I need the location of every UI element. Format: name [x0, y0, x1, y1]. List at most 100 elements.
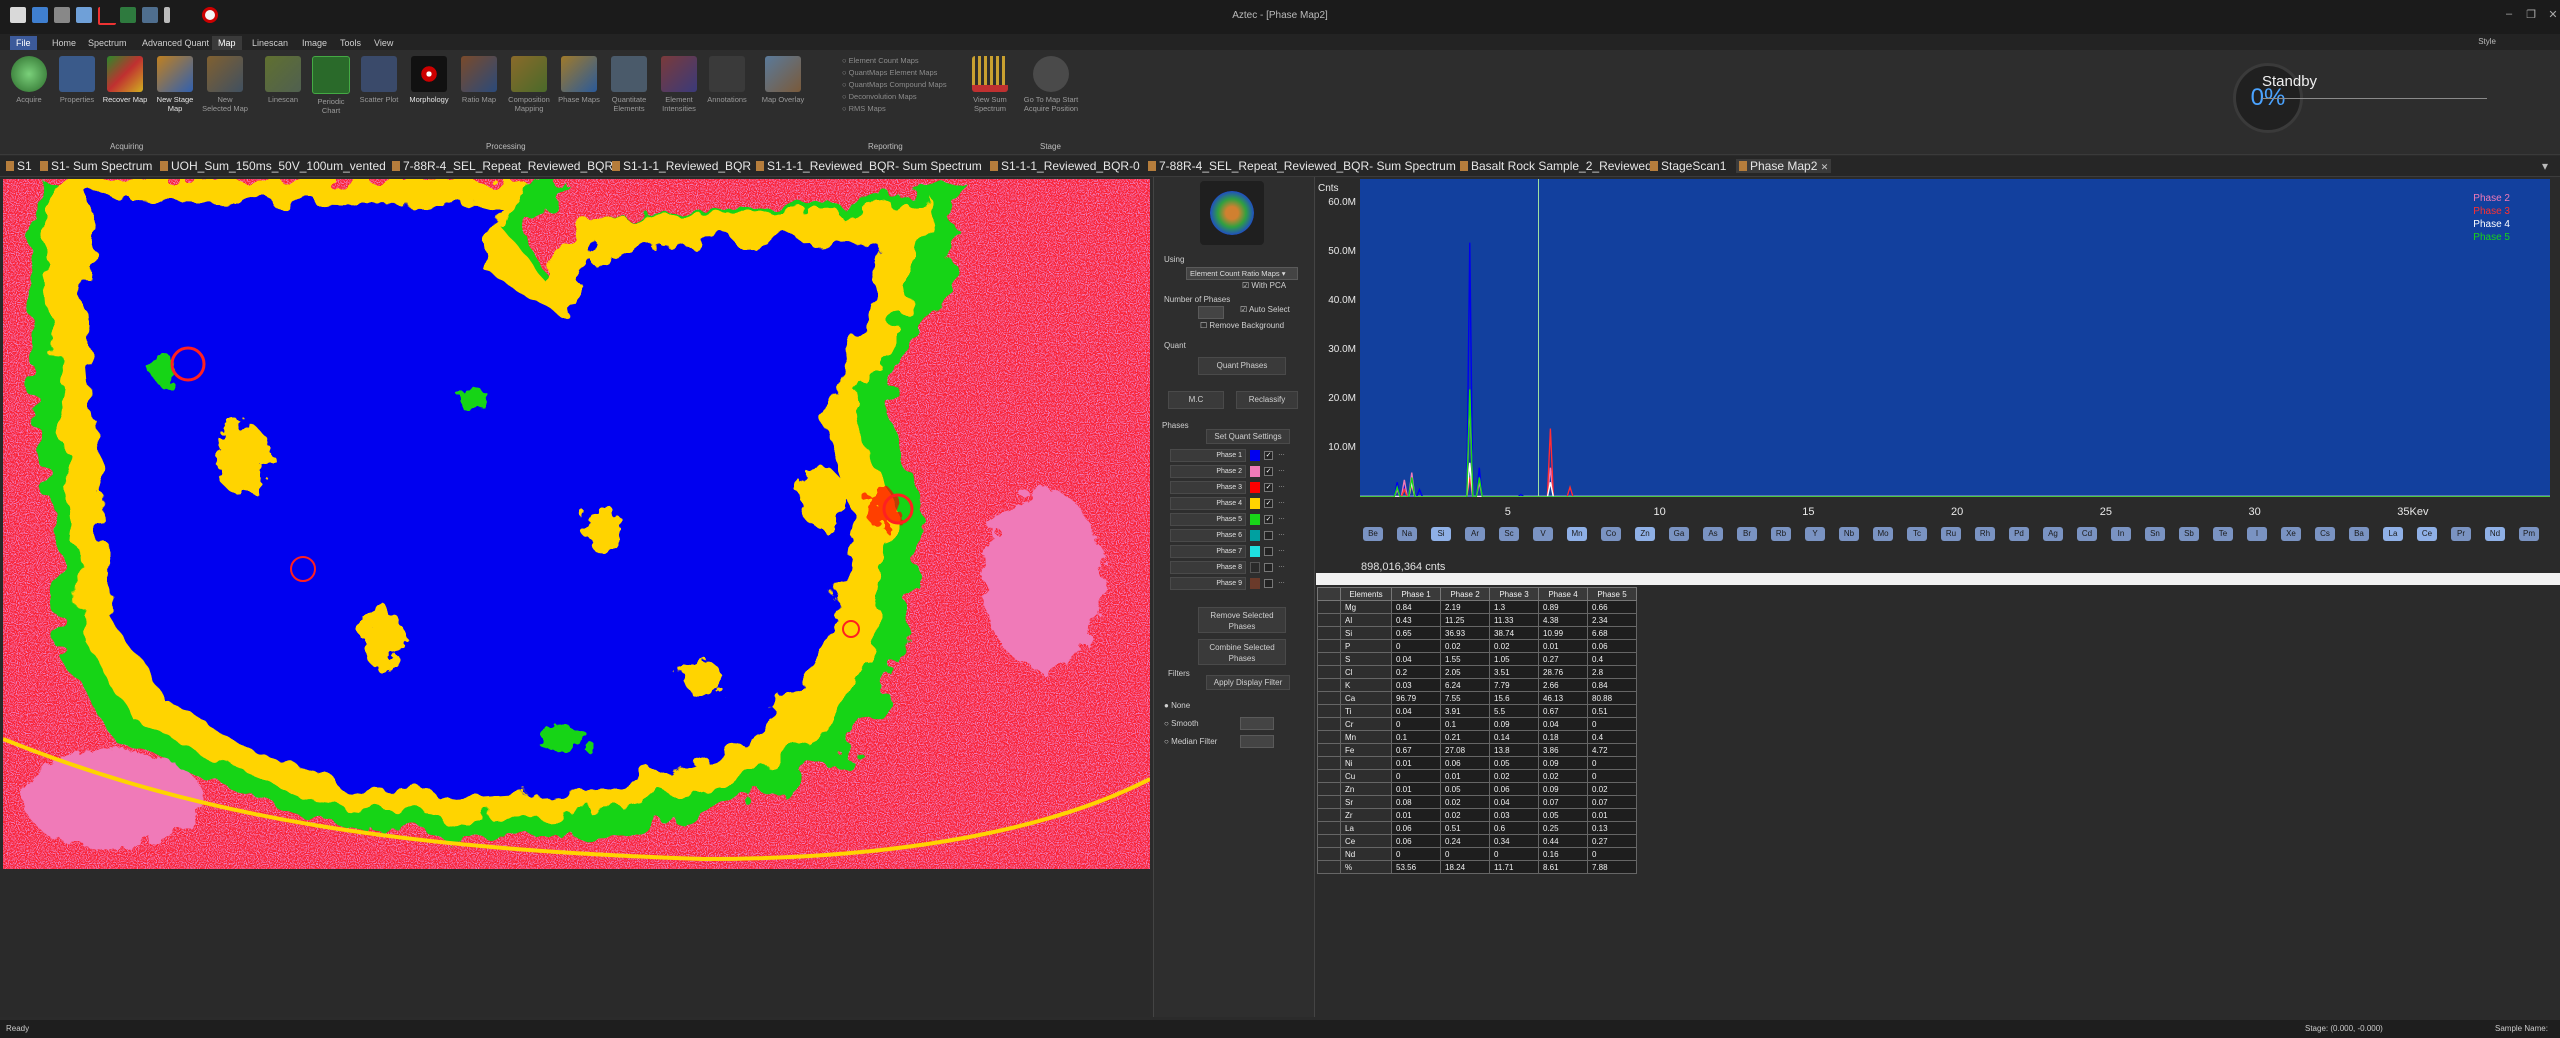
- menu-view[interactable]: View: [368, 36, 399, 50]
- phase-color-swatch[interactable]: [1250, 562, 1260, 573]
- doc-tab[interactable]: 7-88R-4_SEL_Repeat_Reviewed_BQR- Sum Spe…: [1148, 159, 1456, 173]
- phase-color-swatch[interactable]: [1250, 482, 1260, 493]
- auto-select-checkbox[interactable]: ☑ Auto Select: [1240, 305, 1290, 314]
- more-icon[interactable]: …: [1278, 530, 1285, 537]
- ratio-map-button[interactable]: Ratio Map: [456, 56, 502, 104]
- phase-color-swatch[interactable]: [1250, 530, 1260, 541]
- new-selected-map-button[interactable]: New Selected Map: [202, 56, 248, 113]
- map-overlay-button[interactable]: Map Overlay: [760, 56, 806, 104]
- doc-tab-active[interactable]: Phase Map2 ✕: [1736, 159, 1832, 173]
- set-quant-settings-button[interactable]: Set Quant Settings: [1206, 429, 1290, 444]
- menu-advanced-quant[interactable]: Advanced Quant: [136, 36, 215, 50]
- element-button[interactable]: Zn: [1635, 527, 1655, 541]
- more-icon[interactable]: …: [1278, 466, 1285, 473]
- column-header[interactable]: Phase 3: [1489, 587, 1539, 601]
- more-icon[interactable]: …: [1278, 450, 1285, 457]
- doc-tab[interactable]: Basalt Rock Sample_2_Reviewed: [1460, 159, 1652, 173]
- phase-row-8[interactable]: Phase 8…: [1170, 561, 1290, 575]
- annotations-button[interactable]: Annotations: [704, 56, 750, 104]
- radio-quantmaps-compound[interactable]: QuantMaps Compound Maps: [842, 80, 947, 89]
- phase-checkbox[interactable]: ✓: [1264, 515, 1273, 524]
- element-button[interactable]: Be: [1363, 527, 1383, 541]
- table-row[interactable]: Ti 0.04 3.91 5.5 0.67 0.51: [1317, 704, 1637, 718]
- menu-map[interactable]: Map: [212, 36, 242, 50]
- column-header[interactable]: Phase 2: [1440, 587, 1490, 601]
- phase-checkbox[interactable]: ✓: [1264, 467, 1273, 476]
- num-phases-input[interactable]: [1198, 306, 1224, 319]
- radio-quantmaps-element[interactable]: QuantMaps Element Maps: [842, 68, 938, 77]
- table-row[interactable]: K 0.03 6.24 7.79 2.66 0.84: [1317, 678, 1637, 692]
- doc-tab[interactable]: StageScan1: [1650, 159, 1726, 173]
- phase-row-6[interactable]: Phase 6…: [1170, 529, 1290, 543]
- composition-mapping-button[interactable]: Composition Mapping: [506, 56, 552, 113]
- doc-tab[interactable]: UOH_Sum_150ms_50V_100um_vented: [160, 159, 386, 173]
- scatter-plot-button[interactable]: Scatter Plot: [356, 56, 402, 104]
- element-button[interactable]: Mo: [1873, 527, 1893, 541]
- filter-median-radio[interactable]: ○ Median Filter: [1164, 737, 1217, 746]
- table-row[interactable]: Al 0.43 11.25 11.33 4.38 2.34: [1317, 613, 1637, 627]
- periodic-chart-button[interactable]: Periodic Chart: [308, 56, 354, 115]
- table-row[interactable]: Ni 0.01 0.06 0.05 0.09 0: [1317, 756, 1637, 770]
- element-button[interactable]: Br: [1737, 527, 1757, 541]
- spectrum-plot[interactable]: Phase 2 Phase 3 Phase 4 Phase 5: [1360, 179, 2550, 498]
- more-icon[interactable]: …: [1278, 482, 1285, 489]
- menu-home[interactable]: Home: [46, 36, 82, 50]
- element-button[interactable]: Cd: [2077, 527, 2097, 541]
- phase-row-1[interactable]: Phase 1 ✓…: [1170, 449, 1290, 463]
- minimize-icon[interactable]: –: [2500, 8, 2518, 20]
- tab-list-dropdown-icon[interactable]: ▾: [2542, 159, 2548, 173]
- close-tab-icon[interactable]: ✕: [1821, 162, 1829, 172]
- table-row[interactable]: Si 0.65 36.93 38.74 10.99 6.68: [1317, 626, 1637, 640]
- column-header[interactable]: Elements: [1340, 587, 1392, 601]
- remove-background-checkbox[interactable]: ☐ Remove Background: [1200, 321, 1284, 330]
- apply-display-filter-button[interactable]: Apply Display Filter: [1206, 675, 1290, 690]
- element-button[interactable]: Te: [2213, 527, 2233, 541]
- recover-map-button[interactable]: Recover Map: [102, 56, 148, 104]
- element-button[interactable]: Sc: [1499, 527, 1519, 541]
- phase-row-5[interactable]: Phase 5 ✓…: [1170, 513, 1290, 527]
- element-button[interactable]: Pd: [2009, 527, 2029, 541]
- menu-image[interactable]: Image: [296, 36, 333, 50]
- morphology-button[interactable]: Morphology: [406, 56, 452, 104]
- restore-icon[interactable]: ❐: [2522, 8, 2540, 21]
- style-menu[interactable]: Style: [2478, 37, 2496, 46]
- filter-smooth-radio[interactable]: ○ Smooth: [1164, 719, 1199, 728]
- phase-row-4[interactable]: Phase 4 ✓…: [1170, 497, 1290, 511]
- phase-row-2[interactable]: Phase 2 ✓…: [1170, 465, 1290, 479]
- element-button[interactable]: V: [1533, 527, 1553, 541]
- menu-file[interactable]: File: [10, 36, 37, 50]
- go-to-map-start-button[interactable]: Go To Map Start Acquire Position: [1020, 56, 1082, 113]
- more-icon[interactable]: …: [1278, 546, 1285, 553]
- phase-row-9[interactable]: Phase 9…: [1170, 577, 1290, 591]
- doc-tab[interactable]: S1-1-1_Reviewed_BQR: [612, 159, 751, 173]
- element-button[interactable]: Si: [1431, 527, 1451, 541]
- table-row[interactable]: Zn 0.01 0.05 0.06 0.09 0.02: [1317, 782, 1637, 796]
- phase-maps-button[interactable]: Phase Maps: [556, 56, 602, 104]
- phase-checkbox[interactable]: ✓: [1264, 483, 1273, 492]
- menu-linescan[interactable]: Linescan: [246, 36, 294, 50]
- element-button[interactable]: Mn: [1567, 527, 1587, 541]
- table-row[interactable]: P 0 0.02 0.02 0.01 0.06: [1317, 639, 1637, 653]
- element-button[interactable]: Co: [1601, 527, 1621, 541]
- element-button[interactable]: Rh: [1975, 527, 1995, 541]
- phase-color-swatch[interactable]: [1250, 514, 1260, 525]
- element-button[interactable]: Ga: [1669, 527, 1689, 541]
- linescan-button[interactable]: Linescan: [260, 56, 306, 104]
- using-select[interactable]: Element Count Ratio Maps ▾: [1186, 267, 1298, 280]
- doc-tab[interactable]: 7-88R-4_SEL_Repeat_Reviewed_BQR: [392, 159, 613, 173]
- reclassify-button[interactable]: Reclassify: [1236, 391, 1298, 409]
- element-button[interactable]: Ce: [2417, 527, 2437, 541]
- element-button[interactable]: Nd: [2485, 527, 2505, 541]
- element-button[interactable]: As: [1703, 527, 1723, 541]
- element-button[interactable]: Pr: [2451, 527, 2471, 541]
- table-row[interactable]: Cu 0 0.01 0.02 0.02 0: [1317, 769, 1637, 783]
- element-button[interactable]: In: [2111, 527, 2131, 541]
- column-header[interactable]: Phase 4: [1538, 587, 1588, 601]
- properties-button[interactable]: Properties: [54, 56, 100, 104]
- acquire-button[interactable]: Acquire: [6, 56, 52, 104]
- element-button[interactable]: Xe: [2281, 527, 2301, 541]
- element-intensities-button[interactable]: Element Intensities: [656, 56, 702, 113]
- phase-row-3[interactable]: Phase 3 ✓…: [1170, 481, 1290, 495]
- table-row[interactable]: Nd 0 0 0 0.16 0: [1317, 847, 1637, 861]
- table-row[interactable]: La 0.06 0.51 0.6 0.25 0.13: [1317, 821, 1637, 835]
